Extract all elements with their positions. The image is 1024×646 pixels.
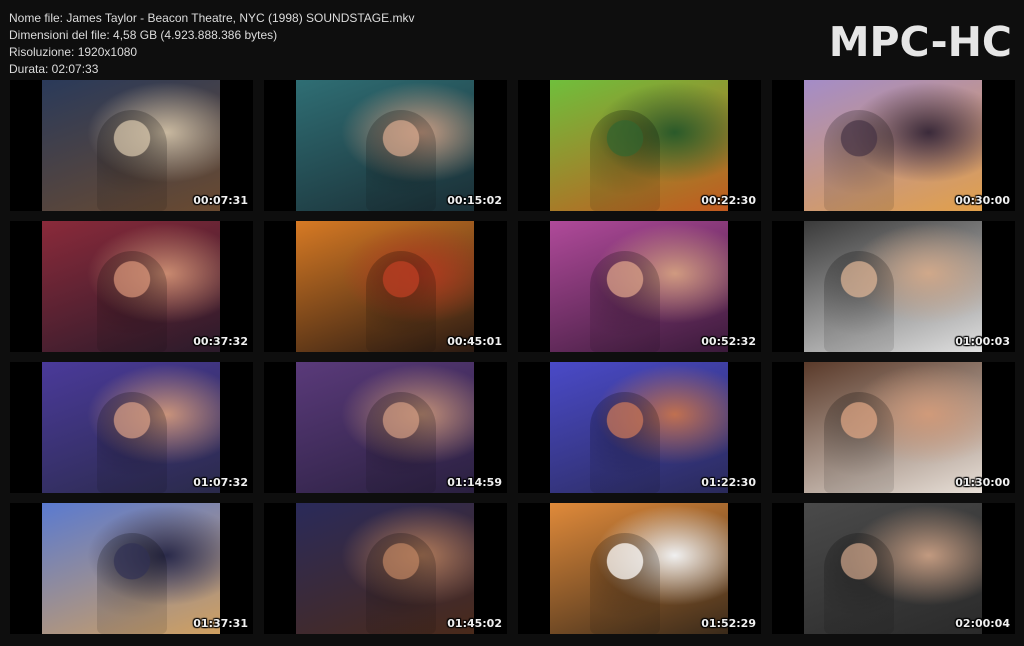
timestamp: 00:22:30 [701,194,756,207]
frame-figure [366,392,436,493]
thumbnail: 00:15:02 [264,80,507,211]
timestamp: 01:52:29 [701,617,756,630]
duration: Durata: 02:07:33 [9,62,99,76]
frame-figure [590,251,660,352]
timestamp: 01:14:59 [447,476,502,489]
resolution: Risoluzione: 1920x1080 [9,45,138,59]
thumbnail: 01:45:02 [264,503,507,634]
thumbnail-grid: 00:07:31 00:15:02 00:22:30 00:30:00 00:37:32… [10,80,1016,634]
frame-figure [366,251,436,352]
video-frame [296,80,474,211]
thumbnail: 00:52:32 [518,221,761,352]
thumbnail: 00:30:00 [772,80,1015,211]
thumbnail: 01:37:31 [10,503,253,634]
timestamp: 01:30:00 [955,476,1010,489]
video-frame [42,503,220,634]
thumbnail: 00:37:32 [10,221,253,352]
video-frame [804,503,982,634]
video-frame [804,362,982,493]
video-frame [296,362,474,493]
thumbnail: 00:07:31 [10,80,253,211]
frame-figure [590,110,660,211]
video-frame [296,503,474,634]
timestamp: 00:52:32 [701,335,756,348]
timestamp: 00:15:02 [447,194,502,207]
video-frame [804,80,982,211]
app-logo: MPC-HC [828,18,1012,66]
frame-figure [824,392,894,493]
file-info: Nome file: James Taylor - Beacon Theatre… [9,10,414,78]
timestamp: 00:30:00 [955,194,1010,207]
video-frame [42,221,220,352]
timestamp: 00:07:31 [193,194,248,207]
frame-figure [97,251,167,352]
thumbnail: 01:22:30 [518,362,761,493]
timestamp: 01:07:32 [193,476,248,489]
timestamp: 01:22:30 [701,476,756,489]
frame-figure [824,251,894,352]
video-frame [42,80,220,211]
video-frame [296,221,474,352]
frame-figure [97,392,167,493]
timestamp: 01:37:31 [193,617,248,630]
timestamp: 02:00:04 [955,617,1010,630]
thumbnail: 01:30:00 [772,362,1015,493]
file-size: Dimensioni del file: 4,58 GB (4.923.888.… [9,28,278,42]
video-frame [550,503,728,634]
thumbnail: 00:22:30 [518,80,761,211]
file-name: Nome file: James Taylor - Beacon Theatre… [9,11,415,25]
timestamp: 01:00:03 [955,335,1010,348]
thumbnail: 02:00:04 [772,503,1015,634]
frame-figure [97,533,167,634]
video-frame [550,80,728,211]
thumbnail: 00:45:01 [264,221,507,352]
frame-figure [366,533,436,634]
timestamp: 01:45:02 [447,617,502,630]
timestamp: 00:45:01 [447,335,502,348]
video-frame [550,221,728,352]
thumbnail: 01:52:29 [518,503,761,634]
frame-figure [97,110,167,211]
thumbnail: 01:00:03 [772,221,1015,352]
video-frame [42,362,220,493]
frame-figure [590,392,660,493]
frame-figure [824,533,894,634]
frame-figure [824,110,894,211]
video-frame [550,362,728,493]
frame-figure [590,533,660,634]
timestamp: 00:37:32 [193,335,248,348]
frame-figure [366,110,436,211]
thumbnail: 01:14:59 [264,362,507,493]
thumbnail: 01:07:32 [10,362,253,493]
video-frame [804,221,982,352]
